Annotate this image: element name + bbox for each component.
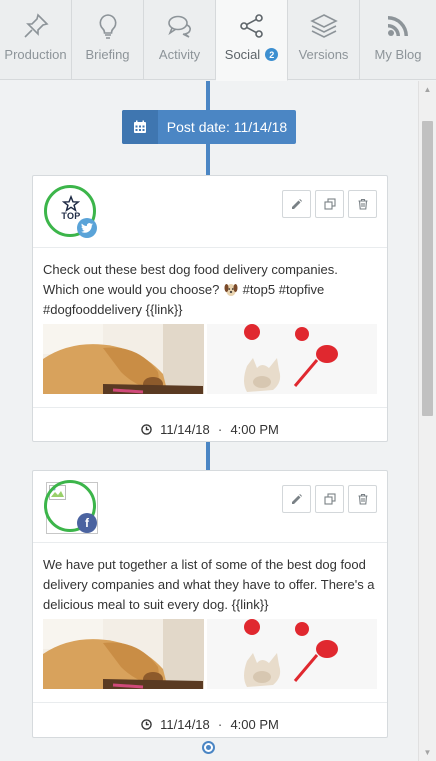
food-bowls-image xyxy=(207,619,377,689)
tab-label: Versions xyxy=(298,47,349,62)
post-date-label: Post date: 11/14/18 xyxy=(166,119,288,135)
rss-icon xyxy=(388,16,408,36)
pencil-icon xyxy=(291,199,302,209)
tab-label: Social xyxy=(224,47,261,62)
copy-icon xyxy=(323,198,336,210)
share-icon xyxy=(239,14,263,38)
tab-my-blog[interactable]: My Blog xyxy=(360,0,436,80)
timeline-line xyxy=(206,81,210,110)
schedule-date: 11/14/18 xyxy=(160,716,210,732)
scroll-down-arrow-icon[interactable]: ▼ xyxy=(419,744,436,761)
duplicate-button[interactable] xyxy=(315,485,344,513)
separator-dot: · xyxy=(217,716,223,732)
tab-versions[interactable]: Versions xyxy=(288,0,360,80)
tab-label: Activity xyxy=(158,47,201,62)
edit-button[interactable] xyxy=(282,485,311,513)
schedule-time: 4:00 PM xyxy=(230,716,279,732)
food-bowls-image xyxy=(207,324,377,394)
dog-emoji-icon xyxy=(223,281,239,297)
tab-label: Production xyxy=(4,47,67,62)
layers-icon xyxy=(309,14,338,38)
clock-icon xyxy=(141,718,152,730)
tab-production[interactable]: Production xyxy=(0,0,72,80)
clock-icon xyxy=(141,423,152,435)
tab-bar: Production Briefing Activity Social 2 Ver… xyxy=(0,0,436,81)
chat-bubbles-icon xyxy=(167,15,191,38)
tab-activity[interactable]: Activity xyxy=(144,0,216,80)
post-images xyxy=(43,619,377,689)
trash-icon xyxy=(358,198,367,210)
edit-button[interactable] xyxy=(282,190,311,218)
pencil-icon xyxy=(291,494,302,504)
delete-button[interactable] xyxy=(348,190,377,218)
schedule-info: 11/14/18 · 4:00 PM xyxy=(33,703,387,745)
post-images xyxy=(43,324,377,394)
dog-eating-image xyxy=(43,324,205,394)
scrollbar-thumb[interactable] xyxy=(422,121,433,416)
pin-icon xyxy=(23,13,49,38)
calendar-icon xyxy=(122,110,158,144)
separator-dot: · xyxy=(217,421,223,437)
vertical-scrollbar[interactable]: ▲ ▼ xyxy=(418,81,436,761)
facebook-icon: f xyxy=(77,513,97,533)
tab-label: Briefing xyxy=(85,47,130,62)
schedule-time: 4:00 PM xyxy=(230,421,279,437)
twitter-icon xyxy=(77,218,97,238)
delete-button[interactable] xyxy=(348,485,377,513)
trash-icon xyxy=(358,493,367,505)
schedule-date: 11/14/18 xyxy=(160,421,210,437)
post-date-header[interactable]: Post date: 11/14/18 xyxy=(122,110,296,144)
social-post-card: TOP Check out these best dog food delive… xyxy=(32,175,388,442)
post-text[interactable]: We have put together a list of some of t… xyxy=(33,543,387,615)
tab-social[interactable]: Social 2 xyxy=(216,0,288,81)
timeline-line xyxy=(206,144,210,175)
social-count-badge: 2 xyxy=(265,48,279,61)
dog-eating-image xyxy=(43,619,205,689)
tab-briefing[interactable]: Briefing xyxy=(72,0,144,80)
schedule-info: 11/14/18 · 4:00 PM xyxy=(33,408,387,450)
duplicate-button[interactable] xyxy=(315,190,344,218)
scroll-up-arrow-icon[interactable]: ▲ xyxy=(419,81,436,98)
post-text-content: We have put together a list of some of t… xyxy=(43,557,375,612)
copy-icon xyxy=(323,493,336,505)
social-post-card: f We have put together a list of some of… xyxy=(32,470,388,738)
timeline-end-marker xyxy=(202,741,215,754)
avatar-text: TOP xyxy=(61,211,81,221)
post-text[interactable]: Check out these best dog food delivery c… xyxy=(33,248,387,320)
tab-label: My Blog xyxy=(374,47,422,62)
lightbulb-icon xyxy=(98,14,117,39)
